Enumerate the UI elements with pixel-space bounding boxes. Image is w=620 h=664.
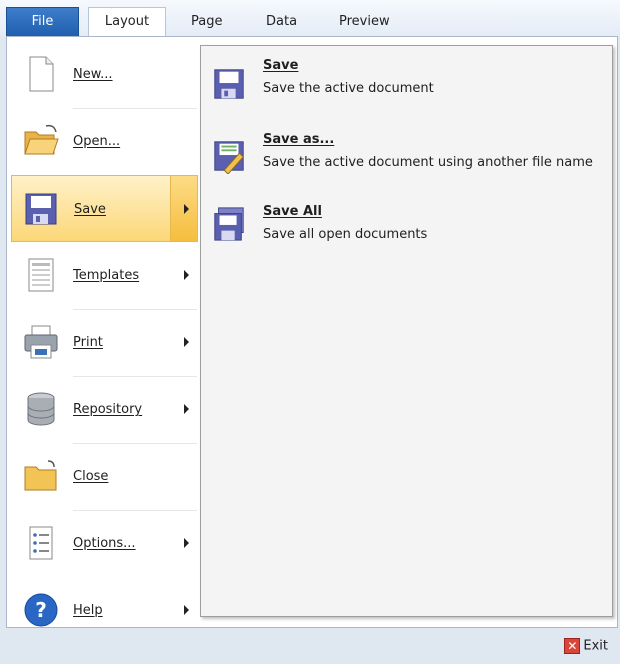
floppy-disk-icon [25, 193, 57, 225]
tab-layout[interactable]: Layout [88, 7, 166, 36]
printer-icon [24, 325, 58, 359]
menu-item-close[interactable]: Close [8, 443, 200, 510]
submenu-title-save-as: Save as... [263, 132, 335, 147]
menu-label-print: Print [73, 335, 103, 350]
tab-data[interactable]: Data [266, 7, 297, 36]
tab-preview[interactable]: Preview [339, 7, 390, 36]
menu-item-save[interactable]: Save [11, 175, 198, 242]
save-submenu-panel: Save Save the active document Save as...… [200, 45, 613, 617]
menu-label-save: Save [74, 202, 106, 217]
submenu-item-save-as[interactable]: Save as... Save the active document usin… [201, 132, 601, 192]
submenu-arrow-icon [184, 538, 189, 548]
bottom-bar: ✕ Exit [0, 628, 620, 664]
submenu-title-save: Save [263, 58, 299, 73]
menu-item-new[interactable]: New... [8, 41, 200, 108]
menu-label-repository: Repository [73, 402, 143, 417]
tab-file[interactable]: File [6, 7, 79, 36]
submenu-arrow-icon [184, 270, 189, 280]
svg-text:?: ? [35, 598, 47, 622]
menu-label-templates: Templates [73, 268, 140, 283]
tab-page[interactable]: Page [191, 7, 222, 36]
menu-label-new: New... [73, 67, 113, 82]
menu-item-open[interactable]: Open... [8, 108, 200, 175]
submenu-item-save-all[interactable]: Save All Save all open documents [201, 204, 601, 254]
file-menu-frame: New... Open... Save Templates Print Repo… [6, 36, 618, 628]
submenu-arrow-icon [184, 204, 189, 214]
file-menu-list: New... Open... Save Templates Print Repo… [8, 41, 200, 644]
submenu-item-save[interactable]: Save Save the active document [201, 58, 601, 108]
menu-label-close: Close [73, 469, 109, 484]
submenu-arrow-icon [184, 605, 189, 615]
open-folder-icon [24, 124, 59, 155]
submenu-desc-save-all: Save all open documents [263, 227, 428, 242]
save-as-icon [214, 141, 244, 174]
exit-label: Exit [583, 638, 608, 654]
submenu-arrow-icon [184, 337, 189, 347]
templates-icon [28, 258, 54, 292]
menu-item-print[interactable]: Print [8, 309, 200, 376]
menu-label-open: Open... [73, 134, 121, 149]
ribbon-tab-bar: File Layout Page Data Preview [0, 0, 620, 36]
submenu-desc-save: Save the active document [263, 81, 434, 96]
help-icon: ? [24, 593, 58, 627]
menu-item-templates[interactable]: Templates [8, 242, 200, 309]
options-list-icon [29, 526, 53, 560]
exit-button[interactable]: ✕ Exit [564, 638, 608, 656]
exit-icon: ✕ [564, 638, 581, 654]
submenu-arrow-icon [184, 404, 189, 414]
menu-item-repository[interactable]: Repository [8, 376, 200, 443]
save-all-icon [214, 207, 244, 241]
close-folder-icon [24, 460, 57, 491]
submenu-desc-save-as: Save the active document using another f… [263, 155, 593, 170]
menu-item-options[interactable]: Options... [8, 510, 200, 577]
submenu-title-save-all: Save All [263, 204, 322, 219]
database-icon [27, 392, 55, 426]
menu-label-options: Options... [73, 536, 136, 551]
new-document-icon [29, 56, 54, 92]
floppy-disk-icon [214, 69, 244, 99]
